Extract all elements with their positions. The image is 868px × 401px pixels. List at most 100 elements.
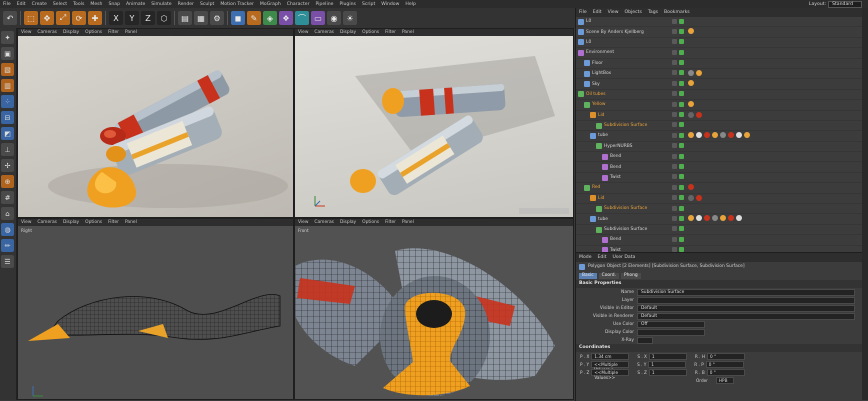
menu-item-render[interactable]: Render (175, 2, 197, 7)
object-menu-edit[interactable]: Edit (590, 10, 605, 15)
attribute-value-field[interactable] (637, 328, 705, 336)
object-name[interactable]: HyperNURBS (604, 144, 632, 149)
visibility-toggles[interactable] (672, 70, 684, 76)
object-row[interactable]: Sky (576, 79, 868, 90)
viewport-menu-options[interactable]: Options (359, 220, 382, 225)
menu-item-help[interactable]: Help (402, 2, 418, 7)
edges-mode-icon[interactable]: ⊟ (1, 111, 14, 124)
object-name[interactable]: Lid (598, 196, 604, 201)
attribute-value-field[interactable]: Default (637, 312, 855, 320)
visibility-toggles[interactable] (672, 91, 684, 97)
visibility-toggles[interactable] (672, 112, 684, 118)
coordinate-value-field[interactable]: 1 (648, 368, 687, 376)
object-row[interactable]: Scene By Anders Kjellberg (576, 27, 868, 38)
points-mode-icon[interactable]: ⁘ (1, 95, 14, 108)
visibility-toggles[interactable] (672, 174, 684, 180)
viewport-top[interactable]: View Cameras Display Options Filter Panel (294, 28, 574, 218)
object-menu-file[interactable]: File (576, 10, 590, 15)
layout-icon[interactable]: ☰ (1, 255, 14, 268)
viewport-menu-filter[interactable]: Filter (382, 30, 399, 35)
object-name[interactable]: Floor (592, 61, 603, 66)
object-row[interactable]: HyperNURBS (576, 142, 868, 153)
rotate-icon[interactable]: ⟳ (72, 11, 86, 25)
visibility-toggles[interactable] (672, 132, 684, 138)
object-name[interactable]: Twist (610, 175, 621, 180)
menu-item-mesh[interactable]: Mesh (87, 2, 105, 7)
object-name[interactable]: Bend (610, 237, 621, 242)
viewport-menu-cameras[interactable]: Cameras (34, 30, 60, 35)
visibility-toggles[interactable] (672, 39, 684, 45)
object-row[interactable]: Bend (576, 235, 868, 246)
menu-item-create[interactable]: Create (29, 2, 50, 7)
tweak-icon[interactable]: ✢ (1, 159, 14, 172)
object-row[interactable]: Floor (576, 59, 868, 69)
camera-icon[interactable]: ◉ (327, 11, 341, 25)
render-picture-viewer-icon[interactable]: ▦ (194, 11, 208, 25)
menu-item-snap[interactable]: Snap (105, 2, 123, 7)
object-tags[interactable] (688, 132, 750, 139)
workplane-lock-icon[interactable]: ⌂ (1, 207, 14, 220)
render-view-icon[interactable]: ▤ (178, 11, 192, 25)
object-row[interactable]: Lid (576, 111, 868, 121)
viewport-menu-view[interactable]: View (295, 220, 311, 225)
scene-floor-icon[interactable]: ▭ (311, 11, 325, 25)
object-name[interactable]: Red (592, 185, 600, 190)
menu-item-animate[interactable]: Animate (123, 2, 148, 7)
visibility-toggles[interactable] (672, 28, 684, 34)
viewport-menu-display[interactable]: Display (337, 220, 359, 225)
object-row[interactable]: Subdivision Surface (576, 225, 868, 236)
viewport-menu-panel[interactable]: Panel (399, 30, 417, 35)
coordinate-value-field[interactable]: 1 (648, 360, 687, 368)
visibility-toggles[interactable] (672, 49, 684, 55)
visibility-toggles[interactable] (672, 80, 684, 86)
object-name[interactable]: Yellow (592, 102, 606, 107)
workplane-icon[interactable]: ▥ (1, 79, 14, 92)
viewport-menu-cameras[interactable]: Cameras (311, 220, 337, 225)
quantize-icon[interactable]: # (1, 191, 14, 204)
viewport-menu-filter[interactable]: Filter (382, 220, 399, 225)
order-dropdown[interactable]: HPB (715, 376, 735, 384)
menu-item-file[interactable]: File (0, 2, 14, 7)
viewport-right[interactable]: View Cameras Display Options Filter Panel Rig… (17, 218, 294, 400)
viewport-menu-options[interactable]: Options (359, 30, 382, 35)
x-axis-lock-icon[interactable]: X (109, 11, 123, 25)
attribute-tab-basic[interactable]: Basic (579, 272, 597, 279)
object-row[interactable]: L0 (576, 38, 868, 49)
object-tags[interactable] (688, 69, 702, 76)
viewport-menu-display[interactable]: Display (60, 30, 82, 35)
object-row[interactable]: Bend (576, 162, 868, 173)
object-tags[interactable] (688, 111, 702, 118)
subdivision-surface-icon[interactable]: ◈ (263, 11, 277, 25)
array-icon[interactable]: ❖ (279, 11, 293, 25)
coordinate-value-field[interactable]: 0 ° (706, 368, 745, 376)
object-row[interactable]: Environment (576, 48, 868, 59)
visibility-toggles[interactable] (672, 236, 684, 242)
object-row[interactable]: L0 (576, 17, 868, 28)
object-name[interactable]: Scene By Anders Kjellberg (586, 30, 644, 35)
viewport-menu-view[interactable]: View (295, 30, 311, 35)
attribute-value-field[interactable] (637, 296, 855, 304)
object-menu-tags[interactable]: Tags (645, 10, 661, 15)
object-menu-bookmarks[interactable]: Bookmarks (661, 10, 693, 15)
object-name[interactable]: Bend (610, 154, 621, 159)
attribute-menu-user-data[interactable]: User Data (609, 255, 638, 260)
deformer-bend-icon[interactable]: ⌒ (295, 11, 309, 25)
menu-item-pipeline[interactable]: Pipeline (312, 2, 336, 7)
object-tags[interactable] (688, 28, 694, 35)
object-row[interactable]: tube (576, 214, 868, 225)
object-tags[interactable] (688, 101, 694, 108)
object-row[interactable]: Oil tubes (576, 90, 868, 101)
viewport-menu-options[interactable]: Options (82, 30, 105, 35)
viewport-menu-display[interactable]: Display (337, 30, 359, 35)
menu-item-edit[interactable]: Edit (14, 2, 29, 7)
visibility-toggles[interactable] (672, 18, 684, 24)
object-row[interactable]: Yellow (576, 100, 868, 111)
object-name[interactable]: LightBox (592, 71, 611, 76)
coordinate-value-field[interactable]: 1 (648, 352, 687, 360)
object-row[interactable]: Lid (576, 194, 868, 205)
object-name[interactable]: L0 (586, 19, 591, 24)
viewport-menu-cameras[interactable]: Cameras (34, 220, 60, 225)
viewport-menu-view[interactable]: View (18, 220, 34, 225)
viewport-menu-panel[interactable]: Panel (399, 220, 417, 225)
z-axis-lock-icon[interactable]: Z (141, 11, 155, 25)
